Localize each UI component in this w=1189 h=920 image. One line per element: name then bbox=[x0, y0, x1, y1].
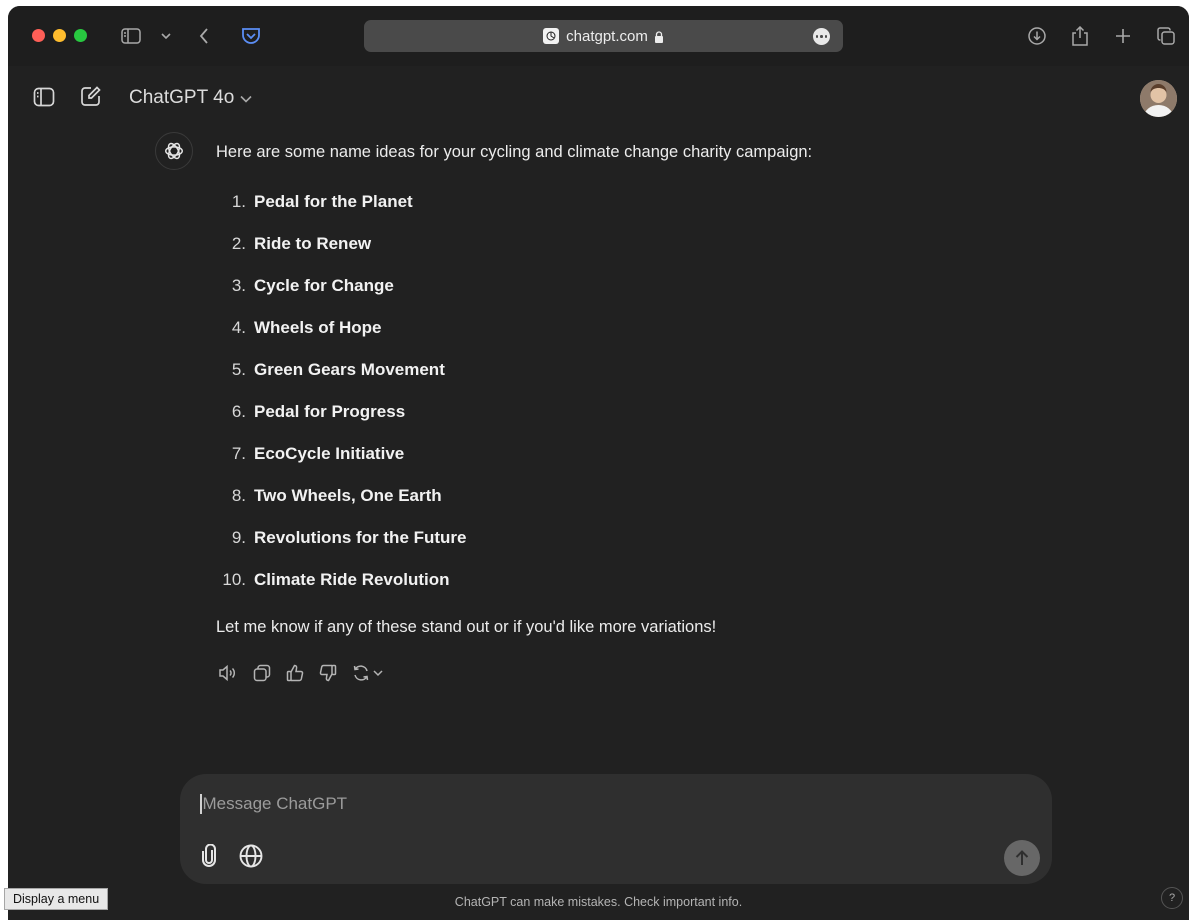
message-input[interactable]: Message ChatGPT bbox=[200, 794, 347, 814]
list-number: 4. bbox=[231, 318, 246, 337]
user-avatar[interactable] bbox=[1140, 80, 1177, 117]
idea-name: Ride to Renew bbox=[254, 234, 372, 253]
list-item: 9. Revolutions for the Future bbox=[216, 517, 467, 559]
close-window-button[interactable] bbox=[32, 29, 45, 42]
new-chat-icon[interactable] bbox=[79, 84, 103, 108]
list-item: 7. EcoCycle Initiative bbox=[216, 433, 467, 475]
model-selector[interactable]: ChatGPT 4o bbox=[129, 87, 252, 109]
menu-tooltip: Display a menu bbox=[4, 888, 109, 910]
address-url: chatgpt.com bbox=[566, 27, 648, 45]
sidebar-icon[interactable] bbox=[119, 24, 143, 48]
send-button[interactable] bbox=[1004, 840, 1040, 876]
thumbs-up-icon[interactable] bbox=[286, 664, 304, 682]
idea-name: Pedal for the Planet bbox=[254, 192, 413, 211]
idea-name: Two Wheels, One Earth bbox=[254, 486, 442, 505]
list-item: 4. Wheels of Hope bbox=[216, 307, 467, 349]
browser-toolbar: chatgpt.com bbox=[8, 6, 1189, 66]
list-number: 9. bbox=[231, 528, 246, 547]
chatgpt-favicon-icon bbox=[543, 28, 560, 44]
web-search-icon[interactable] bbox=[238, 843, 264, 874]
minimize-window-button[interactable] bbox=[53, 29, 66, 42]
list-number: 2. bbox=[231, 234, 246, 253]
list-number: 5. bbox=[231, 360, 246, 379]
zoom-window-button[interactable] bbox=[74, 29, 87, 42]
disclaimer-text: ChatGPT can make mistakes. Check importa… bbox=[454, 895, 743, 909]
back-icon[interactable] bbox=[192, 24, 216, 48]
pocket-icon[interactable] bbox=[239, 24, 263, 48]
list-number: 8. bbox=[231, 486, 246, 505]
list-item: 5. Green Gears Movement bbox=[216, 349, 467, 391]
window-controls bbox=[32, 29, 87, 42]
list-item: 2. Ride to Renew bbox=[216, 223, 467, 265]
new-tab-icon[interactable] bbox=[1111, 24, 1135, 48]
browser-window: chatgpt.com ChatGPT 4o Here are some nam… bbox=[8, 6, 1189, 920]
download-icon[interactable] bbox=[1025, 24, 1049, 48]
list-item: 3. Cycle for Change bbox=[216, 265, 467, 307]
list-number: 7. bbox=[231, 444, 246, 463]
tab-overview-icon[interactable] bbox=[1154, 24, 1178, 48]
chat-header: ChatGPT 4o bbox=[8, 66, 1189, 128]
chevron-down-icon bbox=[373, 669, 383, 676]
copy-icon[interactable] bbox=[253, 664, 271, 682]
list-number: 10. bbox=[222, 570, 246, 589]
list-item: 1. Pedal for the Planet bbox=[216, 181, 467, 223]
share-icon[interactable] bbox=[1068, 24, 1092, 48]
message-placeholder: Message ChatGPT bbox=[202, 794, 348, 813]
read-aloud-icon[interactable] bbox=[218, 664, 238, 682]
thumbs-down-icon[interactable] bbox=[319, 664, 337, 682]
message-outro: Let me know if any of these stand out or… bbox=[216, 618, 717, 636]
text-caret bbox=[200, 794, 202, 814]
idea-name: Pedal for Progress bbox=[254, 402, 406, 421]
message-composer: Message ChatGPT bbox=[180, 774, 1052, 884]
idea-name: Climate Ride Revolution bbox=[254, 570, 450, 589]
list-item: 10. Climate Ride Revolution bbox=[216, 559, 467, 601]
toggle-sidebar-icon[interactable] bbox=[32, 85, 56, 109]
message-intro: Here are some name ideas for your cyclin… bbox=[216, 143, 813, 161]
idea-list: 1. Pedal for the Planet 2. Ride to Renew 3… bbox=[216, 181, 467, 601]
address-bar[interactable]: chatgpt.com bbox=[364, 20, 843, 52]
regenerate-icon[interactable] bbox=[352, 664, 383, 682]
list-item: 6. Pedal for Progress bbox=[216, 391, 467, 433]
assistant-logo-icon bbox=[155, 132, 193, 170]
idea-name: Revolutions for the Future bbox=[254, 528, 467, 547]
list-number: 1. bbox=[231, 192, 246, 211]
chevron-down-icon bbox=[240, 87, 252, 109]
lock-icon bbox=[654, 30, 664, 43]
idea-name: Cycle for Change bbox=[254, 276, 394, 295]
message-actions bbox=[218, 664, 383, 682]
model-label: ChatGPT 4o bbox=[129, 87, 235, 108]
idea-name: Wheels of Hope bbox=[254, 318, 382, 337]
page-menu-icon[interactable] bbox=[813, 28, 830, 45]
idea-name: Green Gears Movement bbox=[254, 360, 445, 379]
attach-icon[interactable] bbox=[200, 843, 218, 873]
list-number: 3. bbox=[231, 276, 246, 295]
list-item: 8. Two Wheels, One Earth bbox=[216, 475, 467, 517]
list-number: 6. bbox=[231, 402, 246, 421]
chevron-down-icon[interactable] bbox=[154, 24, 178, 48]
idea-name: EcoCycle Initiative bbox=[254, 444, 405, 463]
help-button[interactable]: ? bbox=[1161, 887, 1183, 909]
